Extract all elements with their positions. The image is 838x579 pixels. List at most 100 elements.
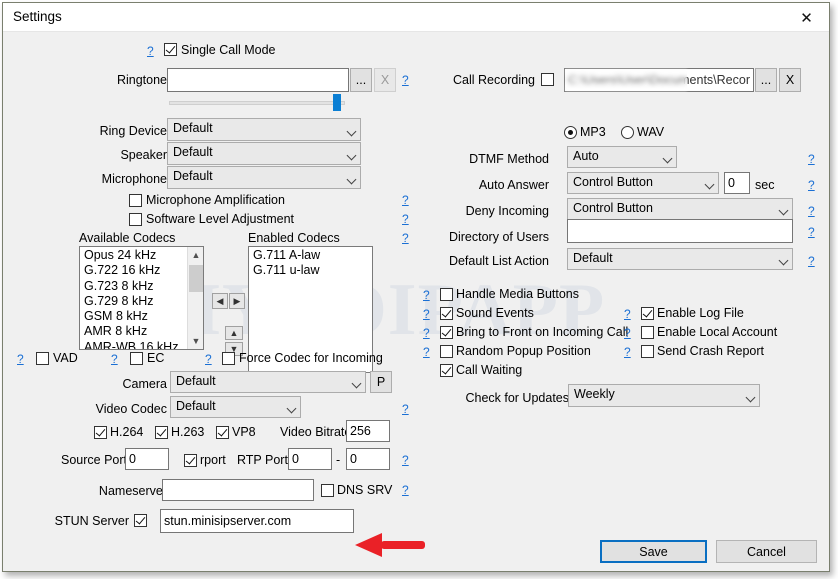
checkbox-force-codec[interactable] [222,352,235,365]
help-directory-of-users[interactable]: ? [808,225,815,239]
checkbox-h263[interactable] [155,426,168,439]
checkbox-rport[interactable] [184,454,197,467]
nameserver-input[interactable] [162,479,314,501]
list-item[interactable]: G.711 u-law [249,263,372,278]
help-random-popup-position[interactable]: ? [423,345,430,359]
label-dtmf-method: DTMF Method [469,152,549,166]
auto-answer-seconds-input[interactable] [724,172,750,194]
list-item[interactable]: G.722 16 kHz [80,263,187,278]
help-single-call-mode[interactable]: ? [147,44,154,58]
call-recording-path-input[interactable] [564,68,754,92]
ringtone-input[interactable] [167,68,349,92]
cancel-button[interactable]: Cancel [716,540,817,563]
ringtone-volume-track[interactable] [169,101,345,105]
checkbox-vad[interactable] [36,352,49,365]
list-item[interactable]: AMR-WB 16 kHz [80,340,187,349]
help-vad[interactable]: ? [17,352,24,366]
checkbox-h264[interactable] [94,426,107,439]
rtp-port-to-input[interactable] [346,448,390,470]
checkbox-random-popup-position[interactable] [440,345,453,358]
check-for-updates-select[interactable]: Weekly [568,384,760,407]
list-item[interactable]: Opus 24 kHz [80,248,187,263]
camera-preview-button[interactable]: P [370,371,392,393]
list-item[interactable]: G.723 8 kHz [80,279,187,294]
ringtone-clear-button[interactable]: X [374,68,396,92]
ringtone-volume-thumb[interactable] [333,94,341,111]
help-bring-to-front[interactable]: ? [423,326,430,340]
help-nameserver[interactable]: ? [402,483,409,497]
checkbox-dns-srv[interactable] [321,484,334,497]
codec-move-left-button[interactable]: ◀ [212,293,228,309]
checkbox-enable-log-file[interactable] [641,307,654,320]
radio-mp3[interactable] [564,126,577,139]
label-microphone-amplification: Microphone Amplification [146,193,285,207]
radio-wav[interactable] [621,126,634,139]
label-nameserver: Nameserver [98,484,167,498]
help-deny-incoming[interactable]: ? [808,204,815,218]
help-enable-log-file[interactable]: ? [624,307,631,321]
microphone-select[interactable]: Default [167,166,361,189]
source-port-input[interactable] [125,448,169,470]
checkbox-software-level-adjustment[interactable] [129,213,142,226]
help-ec[interactable]: ? [111,352,118,366]
scrollbar-thumb[interactable] [189,265,203,292]
available-codecs-scrollbar[interactable]: ▲ ▼ [187,247,203,349]
checkbox-sound-events[interactable] [440,307,453,320]
list-item[interactable]: G.729 8 kHz [80,294,187,309]
checkbox-enable-local-account[interactable] [641,326,654,339]
save-button[interactable]: Save [600,540,707,563]
directory-of-users-input[interactable] [567,219,793,243]
help-default-list-action[interactable]: ? [808,254,815,268]
help-rtp-ports[interactable]: ? [402,453,409,467]
help-force-codec[interactable]: ? [205,352,212,366]
ringtone-browse-button[interactable]: ... [350,68,372,92]
list-item[interactable]: AMR 8 kHz [80,324,187,339]
video-bitrate-input[interactable] [346,420,390,442]
help-video-codec[interactable]: ? [402,402,409,416]
help-enable-local-account[interactable]: ? [624,326,631,340]
default-list-action-select[interactable]: Default [567,248,793,270]
help-dtmf-method[interactable]: ? [808,152,815,166]
help-send-crash-report[interactable]: ? [624,345,631,359]
dtmf-method-select[interactable]: Auto [567,146,677,168]
speaker-select[interactable]: Default [167,142,361,165]
help-microphone-amplification[interactable]: ? [402,193,409,207]
close-icon[interactable]: ✕ [784,3,829,32]
checkbox-call-waiting[interactable] [440,364,453,377]
call-recording-clear-button[interactable]: X [779,68,801,92]
stun-server-input[interactable] [160,509,354,533]
checkbox-vp8[interactable] [216,426,229,439]
label-ec: EC [147,351,165,365]
camera-select[interactable]: Default [170,371,366,393]
list-item[interactable]: GSM 8 kHz [80,309,187,324]
checkbox-send-crash-report[interactable] [641,345,654,358]
deny-incoming-select[interactable]: Control Button [567,198,793,220]
help-codecs[interactable]: ? [402,231,409,245]
checkbox-single-call-mode[interactable] [164,43,177,56]
checkbox-microphone-amplification[interactable] [129,194,142,207]
label-software-level-adjustment: Software Level Adjustment [146,212,294,226]
help-handle-media-buttons[interactable]: ? [423,288,430,302]
help-sound-events[interactable]: ? [423,307,430,321]
checkbox-ec[interactable] [130,352,143,365]
call-recording-browse-button[interactable]: ... [755,68,777,92]
help-software-level-adjustment[interactable]: ? [402,212,409,226]
checkbox-handle-media-buttons[interactable] [440,288,453,301]
checkbox-call-recording[interactable] [541,73,554,86]
ring-device-select[interactable]: Default [167,118,361,141]
codec-move-up-button[interactable]: ▲ [225,326,243,340]
checkbox-stun-server[interactable] [134,514,147,527]
help-ringtone[interactable]: ? [402,73,409,87]
label-available-codecs: Available Codecs [79,231,176,245]
video-codec-select[interactable]: Default [170,396,301,418]
available-codecs-list[interactable]: Opus 24 kHz G.722 16 kHz G.723 8 kHz G.7… [79,246,204,350]
auto-answer-select[interactable]: Control Button [567,172,719,194]
rtp-port-from-input[interactable] [288,448,332,470]
checkbox-bring-to-front[interactable] [440,326,453,339]
scroll-down-icon[interactable]: ▼ [188,333,203,349]
label-ring-device: Ring Device [99,124,167,138]
scroll-up-icon[interactable]: ▲ [188,247,203,263]
codec-move-right-button[interactable]: ▶ [229,293,245,309]
help-auto-answer[interactable]: ? [808,178,815,192]
list-item[interactable]: G.711 A-law [249,248,372,263]
